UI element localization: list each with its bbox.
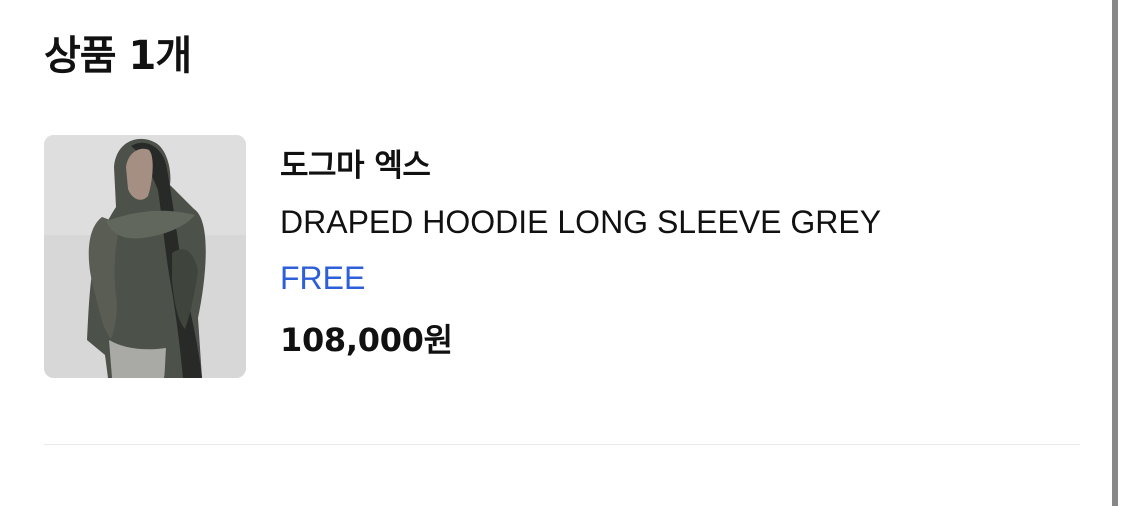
order-products-section: 상품 1개 도그마 엑스 DRAPED HOODIE LONG SLEEVE G… — [0, 0, 1125, 506]
product-count-title: 상품 1개 — [44, 33, 192, 79]
product-thumbnail[interactable] — [44, 135, 246, 378]
vertical-scrollbar[interactable] — [1112, 0, 1118, 506]
product-image — [44, 135, 246, 378]
product-option: FREE — [280, 260, 366, 296]
product-name[interactable]: DRAPED HOODIE LONG SLEEVE GREY — [280, 201, 881, 243]
product-item[interactable]: 도그마 엑스 DRAPED HOODIE LONG SLEEVE GREY FR… — [44, 135, 1084, 378]
brand-name[interactable]: 도그마 엑스 — [280, 145, 431, 187]
section-divider — [44, 444, 1080, 445]
product-price: 108,000원 — [280, 321, 453, 359]
